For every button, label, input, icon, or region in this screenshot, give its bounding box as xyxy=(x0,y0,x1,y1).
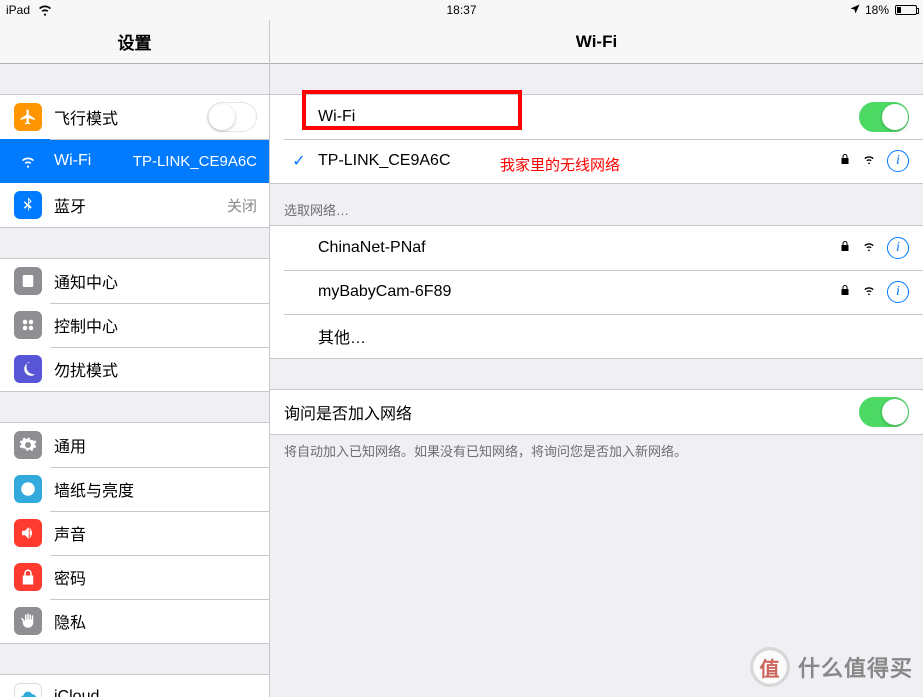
watermark-badge: 值 xyxy=(750,647,790,687)
speaker-icon xyxy=(14,519,42,547)
sidebar-title: 设置 xyxy=(0,20,269,64)
info-button[interactable]: i xyxy=(887,237,909,259)
ask-join-toggle[interactable] xyxy=(859,397,909,427)
ask-join-row: 询问是否加入网络 xyxy=(270,390,923,434)
status-time: 18:37 xyxy=(446,3,476,17)
check-icon: ✓ xyxy=(284,151,314,171)
status-bar: iPad 18:37 18% xyxy=(0,0,923,20)
network-row[interactable]: myBabyCam-6F89 i xyxy=(270,270,923,314)
wifi-toggle-row: Wi-Fi xyxy=(270,95,923,139)
battery-icon xyxy=(895,5,917,15)
hand-icon xyxy=(14,607,42,635)
airplane-toggle[interactable] xyxy=(207,102,257,132)
wifi-status-icon xyxy=(36,0,54,21)
sidebar-group: 通用 墙纸与亮度 声音 xyxy=(0,422,269,644)
bluetooth-icon xyxy=(14,191,42,219)
detail-body[interactable]: Wi-Fi ✓ TP-LINK_CE9A6C i 选取网络… xyxy=(270,64,923,697)
wifi-toggle-label: Wi-Fi xyxy=(284,108,859,126)
choose-network-label: 选取网络… xyxy=(270,184,923,225)
sidebar-item-detail: 关闭 xyxy=(227,195,257,216)
wifi-icon xyxy=(14,147,42,175)
ask-join-group: 询问是否加入网络 xyxy=(270,389,923,435)
network-name: myBabyCam-6F89 xyxy=(314,283,839,301)
ask-join-note: 将自动加入已知网络。如果没有已知网络，将询问您是否加入新网络。 xyxy=(270,435,923,475)
lock-icon xyxy=(839,283,851,302)
wifi-signal-icon xyxy=(861,283,877,302)
detail-title: Wi-Fi xyxy=(270,20,923,64)
sidebar-item-label: iCloud xyxy=(54,688,257,697)
network-row[interactable]: ChinaNet-PNaf i xyxy=(270,226,923,270)
wifi-toggle[interactable] xyxy=(859,102,909,132)
sidebar-item-detail: TP-LINK_CE9A6C xyxy=(133,153,257,170)
sidebar-item-airplane[interactable]: 飞行模式 xyxy=(0,95,269,139)
battery-percent: 18% xyxy=(865,3,889,17)
settings-sidebar: 设置 飞行模式 Wi-Fi TP-LINK_CE9A6C xyxy=(0,20,270,697)
moon-icon xyxy=(14,355,42,383)
sidebar-group: 通知中心 控制中心 勿扰模式 xyxy=(0,258,269,392)
other-label: 其他… xyxy=(314,324,909,348)
sidebar-body[interactable]: 飞行模式 Wi-Fi TP-LINK_CE9A6C 蓝牙 关闭 xyxy=(0,64,269,697)
network-name: ChinaNet-PNaf xyxy=(314,239,839,257)
location-icon xyxy=(849,3,861,18)
networks-group: ChinaNet-PNaf i myBabyCam-6F89 i xyxy=(270,225,923,359)
sidebar-item-general[interactable]: 通用 xyxy=(0,423,269,467)
sidebar-item-bluetooth[interactable]: 蓝牙 关闭 xyxy=(0,183,269,227)
sidebar-item-label: 声音 xyxy=(54,521,257,545)
sidebar-item-label: 控制中心 xyxy=(54,313,257,337)
lock-icon xyxy=(839,152,851,171)
control-center-icon xyxy=(14,311,42,339)
sidebar-item-label: Wi-Fi xyxy=(54,152,125,170)
lock-icon xyxy=(14,563,42,591)
wifi-signal-icon xyxy=(861,239,877,258)
info-button[interactable]: i xyxy=(887,281,909,303)
sidebar-item-notifications[interactable]: 通知中心 xyxy=(0,259,269,303)
lock-icon xyxy=(839,239,851,258)
wallpaper-icon xyxy=(14,475,42,503)
sidebar-group: iCloud 邮件、通讯录、日历 xyxy=(0,674,269,697)
sidebar-item-label: 通知中心 xyxy=(54,269,257,293)
sidebar-item-label: 隐私 xyxy=(54,609,257,633)
ask-join-label: 询问是否加入网络 xyxy=(284,400,859,424)
sidebar-item-wallpaper[interactable]: 墙纸与亮度 xyxy=(0,467,269,511)
notifications-icon xyxy=(14,267,42,295)
airplane-icon xyxy=(14,103,42,131)
sidebar-group: 飞行模式 Wi-Fi TP-LINK_CE9A6C 蓝牙 关闭 xyxy=(0,94,269,228)
sidebar-item-label: 蓝牙 xyxy=(54,193,219,217)
sidebar-item-label: 飞行模式 xyxy=(54,105,207,129)
sidebar-item-sound[interactable]: 声音 xyxy=(0,511,269,555)
other-network-row[interactable]: 其他… xyxy=(270,314,923,358)
detail-pane: Wi-Fi Wi-Fi ✓ TP-LINK_CE9A6C i 选取网络… xyxy=(270,20,923,697)
watermark: 值 什么值得买 xyxy=(750,647,913,687)
watermark-text: 什么值得买 xyxy=(798,651,913,683)
wifi-toggle-group: Wi-Fi ✓ TP-LINK_CE9A6C i xyxy=(270,94,923,184)
wifi-signal-icon xyxy=(861,152,877,171)
sidebar-item-label: 通用 xyxy=(54,433,257,457)
sidebar-item-privacy[interactable]: 隐私 xyxy=(0,599,269,643)
sidebar-item-label: 勿扰模式 xyxy=(54,357,257,381)
sidebar-item-control-center[interactable]: 控制中心 xyxy=(0,303,269,347)
connected-network-row[interactable]: ✓ TP-LINK_CE9A6C i xyxy=(270,139,923,183)
connected-network-name: TP-LINK_CE9A6C xyxy=(314,152,839,170)
sidebar-item-label: 墙纸与亮度 xyxy=(54,477,257,501)
sidebar-item-dnd[interactable]: 勿扰模式 xyxy=(0,347,269,391)
gear-icon xyxy=(14,431,42,459)
device-name: iPad xyxy=(6,3,30,17)
sidebar-item-wifi[interactable]: Wi-Fi TP-LINK_CE9A6C xyxy=(0,139,269,183)
cloud-icon xyxy=(14,683,42,697)
sidebar-item-passcode[interactable]: 密码 xyxy=(0,555,269,599)
sidebar-item-label: 密码 xyxy=(54,565,257,589)
info-button[interactable]: i xyxy=(887,150,909,172)
sidebar-item-icloud[interactable]: iCloud xyxy=(0,675,269,697)
